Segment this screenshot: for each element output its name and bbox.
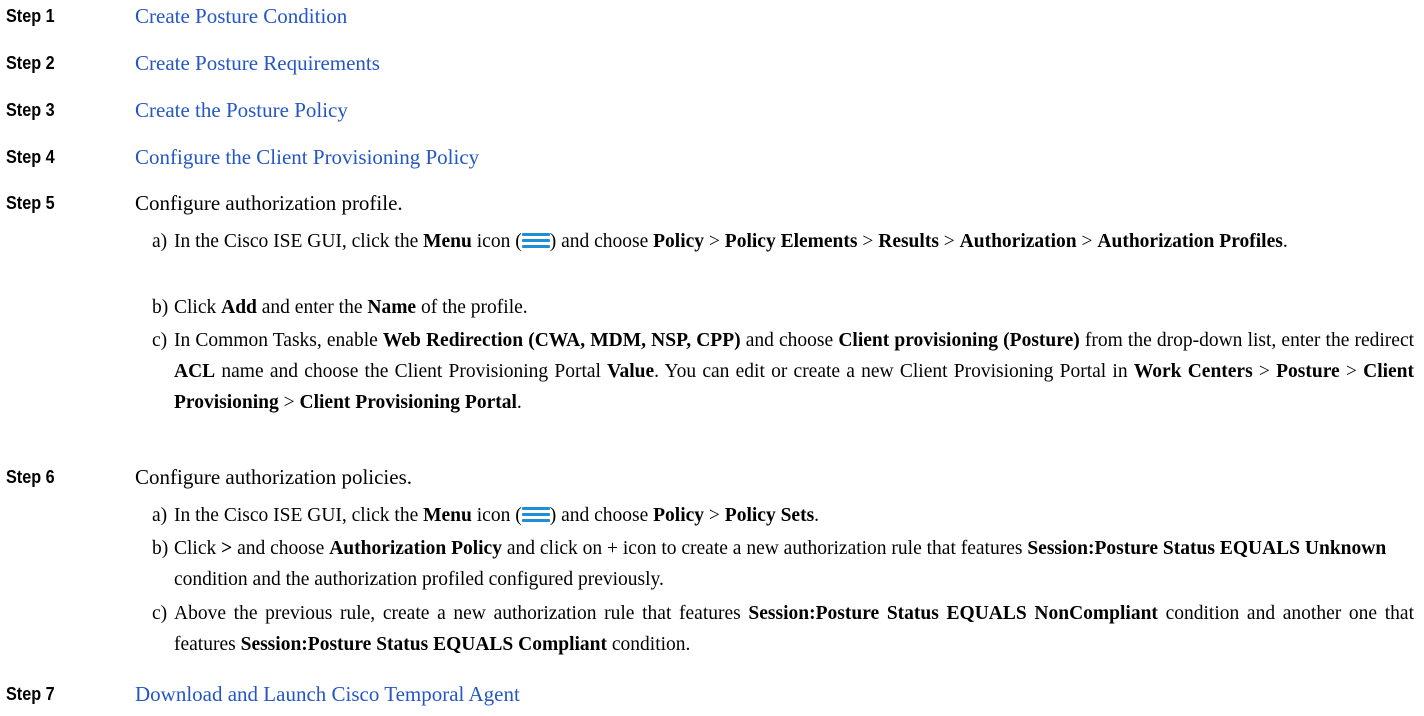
create-posture-condition-link[interactable]: Create Posture Condition — [135, 4, 347, 29]
substep-letter: a) — [152, 505, 168, 526]
hamburger-menu-icon — [521, 506, 550, 522]
substep-letter: c) — [152, 603, 168, 624]
step-5-substep-b: b) Click Add and enter the Name of the p… — [152, 292, 1414, 323]
step-6-substep-c: c) Above the previous rule, create a new… — [152, 598, 1414, 660]
step-5-substep-a: a) In the Cisco ISE GUI, click the Menu … — [152, 226, 1414, 288]
step-6-substep-b: b) Click > and choose Authorization Poli… — [152, 533, 1414, 595]
substep-text: In the Cisco ISE GUI, click the Menu ico… — [174, 231, 1288, 252]
substep-text: Click > and choose Authorization Policy … — [174, 538, 1387, 590]
substep-letter: b) — [152, 297, 169, 318]
step-2-label: Step 2 — [6, 53, 55, 73]
step-5-substep-c: c) In Common Tasks, enable Web Redirecti… — [152, 325, 1414, 449]
create-posture-policy-link[interactable]: Create the Posture Policy — [135, 98, 348, 123]
substep-text: Click Add and enter the Name of the prof… — [174, 297, 528, 318]
step-1-label: Step 1 — [6, 6, 55, 26]
step-3-label: Step 3 — [6, 100, 55, 120]
substep-text: Above the previous rule, create a new au… — [174, 603, 1414, 655]
step-6-label: Step 6 — [6, 467, 55, 487]
hamburger-menu-icon — [521, 232, 550, 248]
step-7-label: Step 7 — [6, 684, 55, 704]
create-posture-requirements-link[interactable]: Create Posture Requirements — [135, 51, 380, 76]
substep-letter: a) — [152, 231, 168, 252]
step-5-text: Configure authorization profile. — [135, 191, 403, 215]
download-launch-temporal-agent-link[interactable]: Download and Launch Cisco Temporal Agent — [135, 682, 520, 707]
step-6-substep-a: a) In the Cisco ISE GUI, click the Menu … — [152, 500, 1414, 531]
substep-text: In Common Tasks, enable Web Redirection … — [174, 330, 1415, 413]
substep-text: In the Cisco ISE GUI, click the Menu ico… — [174, 505, 820, 526]
step-6-text: Configure authorization policies. — [135, 465, 413, 489]
step-5-label: Step 5 — [6, 193, 55, 213]
configure-client-provisioning-policy-link[interactable]: Configure the Client Provisioning Policy — [135, 145, 479, 170]
substep-letter: b) — [152, 538, 169, 559]
step-4-label: Step 4 — [6, 147, 55, 167]
substep-letter: c) — [152, 330, 168, 351]
